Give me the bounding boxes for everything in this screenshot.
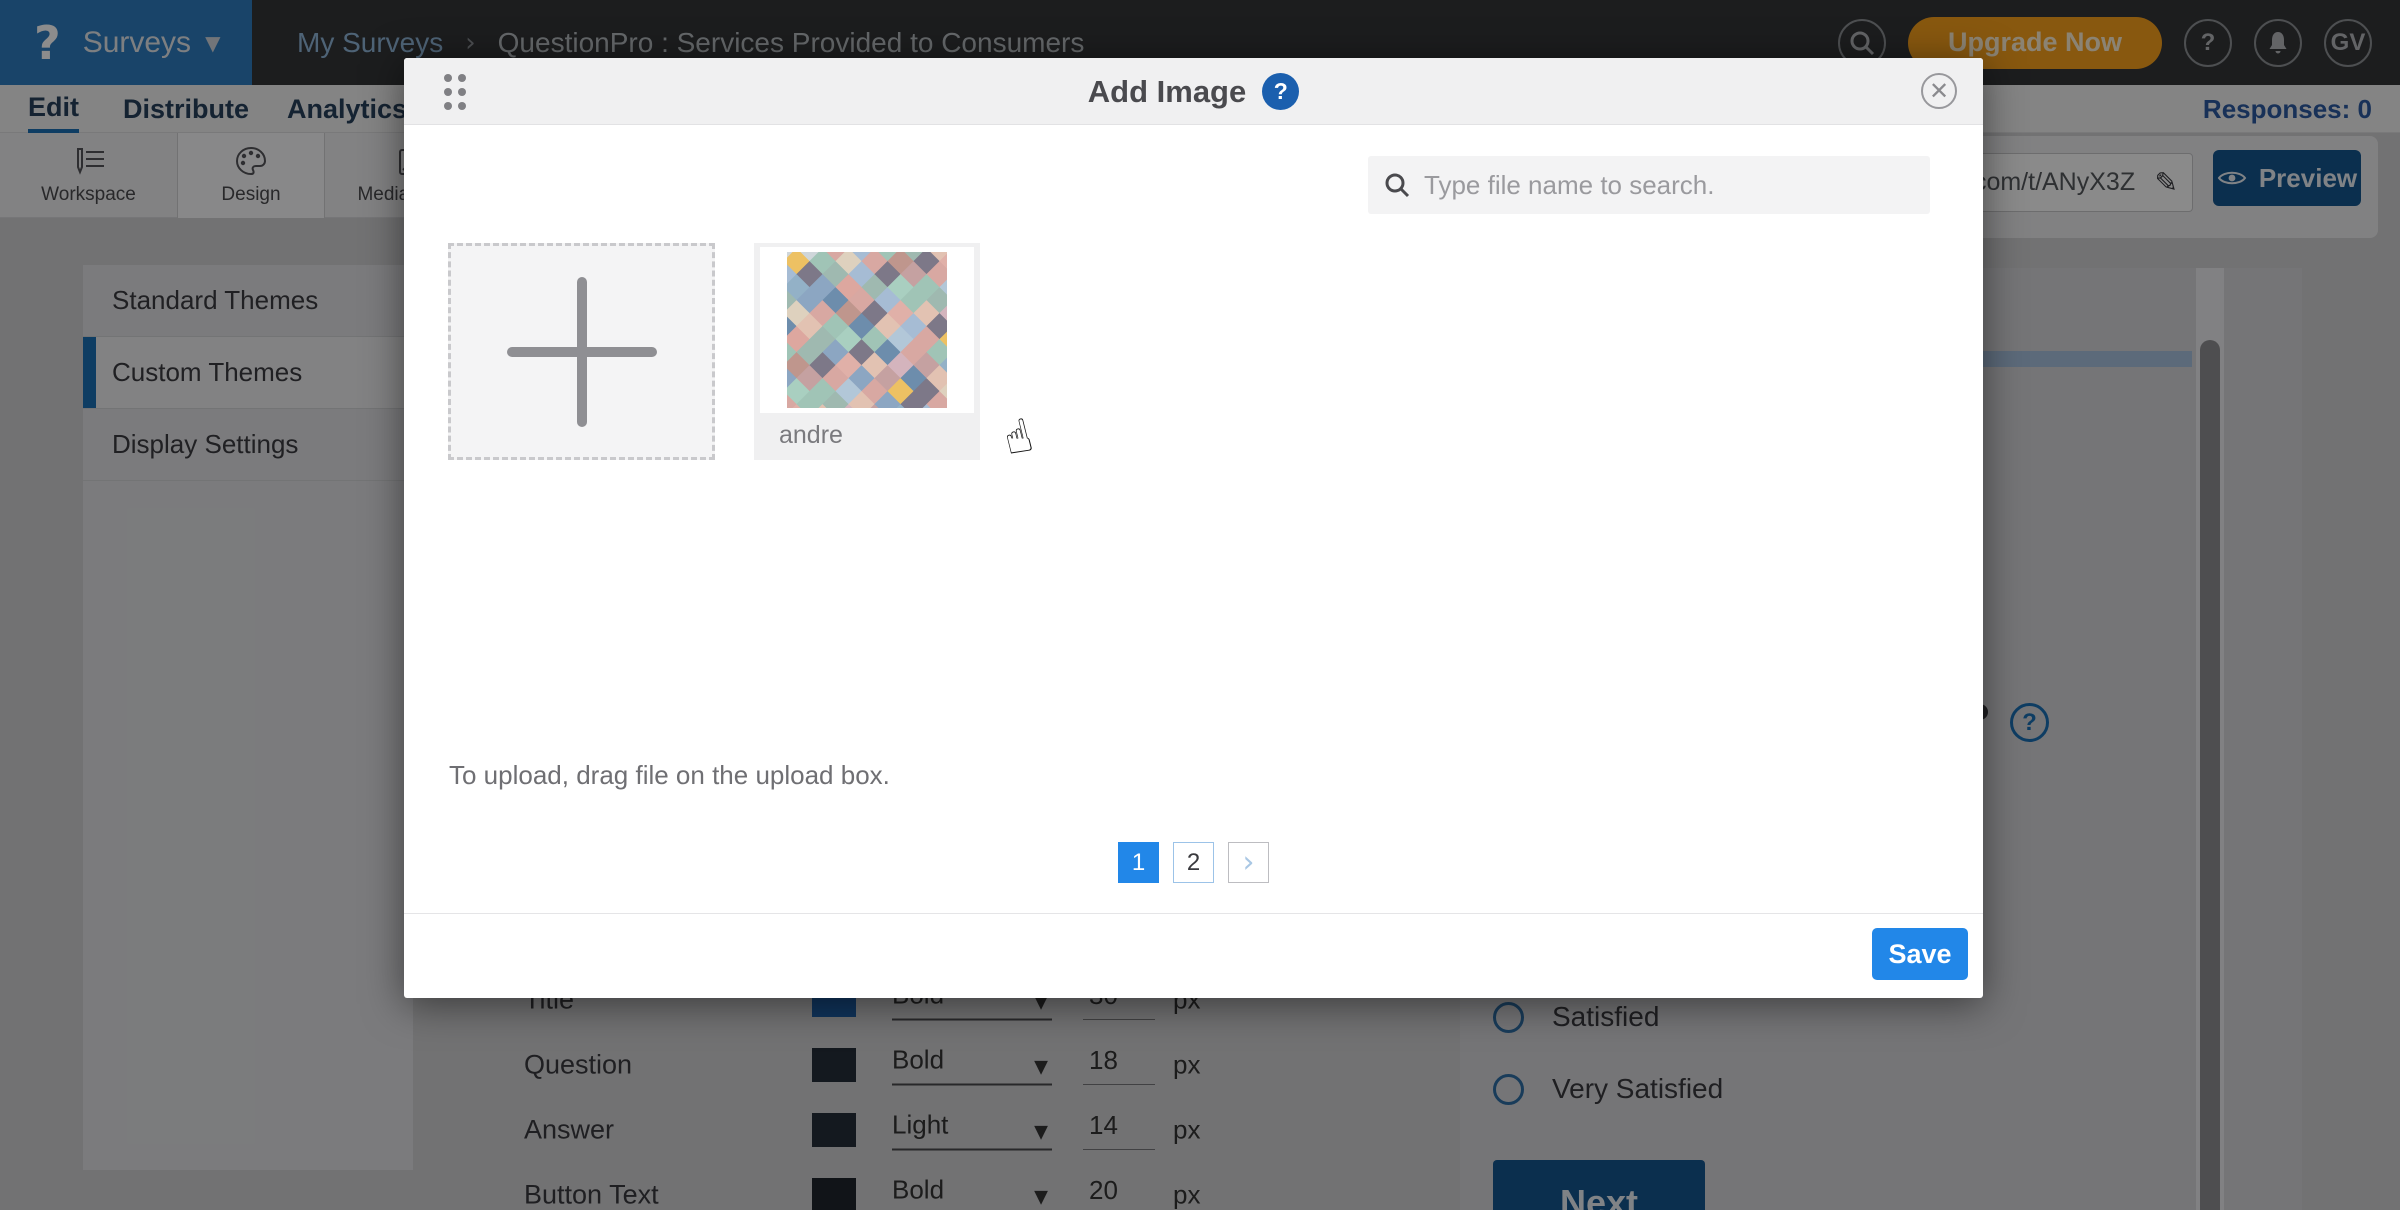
save-button[interactable]: Save (1872, 928, 1968, 980)
page-button-2[interactable]: 2 (1173, 842, 1214, 883)
modal-title: Add Image (1088, 74, 1246, 110)
close-icon[interactable]: ✕ (1921, 73, 1957, 109)
modal-header: Add Image ? ✕ (404, 58, 1983, 125)
file-search-box (1368, 156, 1930, 214)
thumbnail-frame (760, 247, 974, 413)
app-screen: ? Surveys ▼ My Surveys › QuestionPro : S… (0, 0, 2400, 1210)
modal-help-icon[interactable]: ? (1262, 73, 1299, 110)
pagination: 1 2 › (404, 842, 1983, 883)
thumbnail-image (787, 252, 947, 408)
upload-dropzone[interactable] (448, 243, 715, 460)
plus-icon (577, 277, 587, 427)
modal-footer: Save (404, 913, 1983, 998)
file-search-input[interactable] (1422, 169, 1914, 202)
page-button-1[interactable]: 1 (1118, 842, 1159, 883)
search-icon (1384, 172, 1410, 198)
thumbnail-filename: andre (779, 421, 843, 450)
next-page-chevron-icon[interactable]: › (1228, 842, 1269, 883)
mouse-pointer-cursor-icon: ☝ (998, 407, 1038, 466)
image-thumbnail-andre[interactable]: andre (754, 243, 980, 460)
add-image-modal: Add Image ? ✕ andre ☝ To upload, drag fi… (404, 58, 1983, 998)
upload-hint-text: To upload, drag file on the upload box. (449, 760, 890, 791)
